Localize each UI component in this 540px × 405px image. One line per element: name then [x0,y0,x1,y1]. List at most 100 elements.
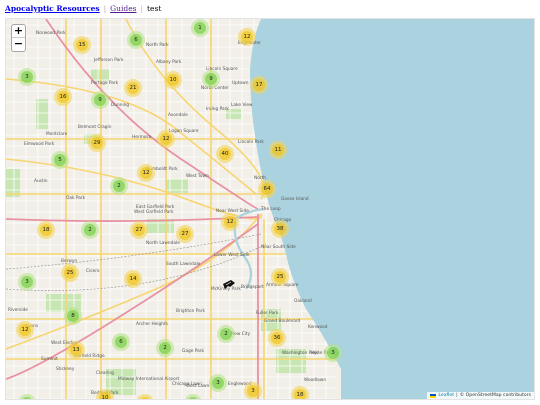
cluster-count: 1 [21,397,33,399]
neighborhood-label: Avondale [168,113,188,118]
cluster-count: 16 [139,397,151,399]
marker-cluster[interactable]: 64 [258,180,276,198]
cluster-count: 2 [84,224,96,236]
cluster-count: 15 [76,39,88,51]
neighborhood-label: North Park [146,43,169,48]
cluster-count: 27 [133,224,145,236]
neighborhood-label: The Loop [261,207,281,212]
marker-cluster[interactable]: 3 [244,382,262,399]
marker-cluster[interactable]: 17 [250,76,268,94]
marker-cluster[interactable]: 15 [73,36,91,54]
neighborhood-label: Oak Park [66,196,86,201]
marker-cluster[interactable]: 2 [217,325,235,343]
cluster-count: 25 [274,271,286,283]
marker-cluster[interactable]: 12 [157,130,175,148]
marker-cluster[interactable]: 9 [91,91,109,109]
marker-cluster[interactable]: 10 [164,71,182,89]
top-navigation: Apocalyptic Resources | Guides | test [0,0,540,16]
neighborhood-label: Elmwood Park [24,142,55,147]
neighborhood-label: Grand Boulevard [264,319,301,324]
marker-cluster[interactable]: 2 [156,339,174,357]
resource-map[interactable]: + − Norwood ParkNorth ParkEdgewaterJeffe… [5,18,535,400]
cluster-count: 12 [140,167,152,179]
cluster-count: 10 [167,74,179,86]
cluster-count: 3 [327,347,339,359]
marker-cluster[interactable]: 21 [124,79,142,97]
brand-link[interactable]: Apocalyptic Resources [5,4,100,13]
marker-cluster[interactable]: 6 [112,333,130,351]
cluster-count: 9 [94,94,106,106]
cluster-count: 12 [160,133,172,145]
leaflet-link[interactable]: Leaflet [438,393,454,398]
marker-cluster[interactable]: 29 [88,134,106,152]
map-attribution: Leaflet | © OpenStreetMap contributors [427,392,534,399]
cluster-count: 3 [212,377,224,389]
neighborhood-label: Hermosa [132,135,152,140]
marker-cluster[interactable]: 12 [137,164,155,182]
neighborhood-label: Portage Park [91,81,119,86]
marker-cluster[interactable]: 18 [37,221,55,239]
cluster-count: 27 [179,228,191,240]
marker-cluster[interactable]: 16 [54,88,72,106]
marker-cluster[interactable]: 12 [221,213,239,231]
osm-attribution: © OpenStreetMap contributors [459,393,531,398]
neighborhood-label: West Garfield Park [134,210,174,215]
neighborhood-label: Clearing [96,371,114,376]
cluster-count: 18 [294,389,306,399]
marker-cluster[interactable]: 38 [271,220,289,238]
cluster-count: 40 [219,148,231,160]
cluster-count: 14 [127,273,139,285]
neighborhood-label: Gage Park [182,349,204,354]
map-pin-icon[interactable] [222,275,236,294]
cluster-count: 3 [21,276,33,288]
cluster-count: 12 [19,324,31,336]
neighborhood-label: Norwood Park [36,31,66,36]
marker-cluster[interactable]: 3 [18,273,36,291]
marker-cluster[interactable]: 10 [96,389,114,399]
neighborhood-label: Dunning [111,103,130,108]
marker-cluster[interactable]: 12 [238,28,256,46]
neighborhood-label: Lake View [231,103,253,108]
cluster-count: 29 [91,137,103,149]
marker-cluster[interactable]: 27 [130,221,148,239]
zoom-out-button[interactable]: − [12,38,25,51]
guides-link[interactable]: Guides [110,4,136,13]
cluster-count: 18 [40,224,52,236]
marker-cluster[interactable]: 5 [51,151,69,169]
marker-cluster[interactable]: 25 [61,264,79,282]
marker-cluster[interactable]: 9 [202,70,220,88]
marker-cluster[interactable]: 40 [216,145,234,163]
neighborhood-label: South Lawndale [166,262,201,267]
marker-cluster[interactable]: 14 [124,270,142,288]
marker-cluster[interactable]: 3 [324,344,342,362]
nav-separator: | [103,3,107,13]
marker-cluster[interactable]: 11 [269,141,287,159]
neighborhood-label: Midway International Airport [118,377,180,382]
marker-cluster[interactable]: 3 [209,374,227,392]
cluster-count: 2 [220,328,232,340]
cluster-count: 10 [99,392,111,399]
neighborhood-label: Stickney [56,367,75,372]
zoom-control: + − [11,24,26,52]
neighborhood-label: Oakland [294,299,312,304]
marker-cluster[interactable]: 18 [291,386,309,399]
marker-cluster[interactable]: 3 [18,68,36,86]
marker-cluster[interactable]: 25 [271,268,289,286]
marker-cluster[interactable]: 2 [81,221,99,239]
marker-cluster[interactable]: 2 [110,177,128,195]
marker-cluster[interactable]: 8 [64,307,82,325]
neighborhood-label: North Lawndale [146,241,180,246]
attribution-separator: | [456,393,458,398]
marker-cluster[interactable]: 12 [16,321,34,339]
cluster-count: 12 [224,216,236,228]
neighborhood-label: Lower West Side [214,253,250,258]
cluster-count: 2 [113,180,125,192]
marker-cluster[interactable]: 36 [268,329,286,347]
neighborhood-label: Bridgeport [241,285,264,290]
marker-cluster[interactable]: 13 [67,341,85,359]
cluster-count: 11 [272,144,284,156]
cluster-count: 21 [127,82,139,94]
marker-cluster[interactable]: 6 [127,31,145,49]
marker-cluster[interactable]: 1 [191,19,209,37]
marker-cluster[interactable]: 27 [176,225,194,243]
